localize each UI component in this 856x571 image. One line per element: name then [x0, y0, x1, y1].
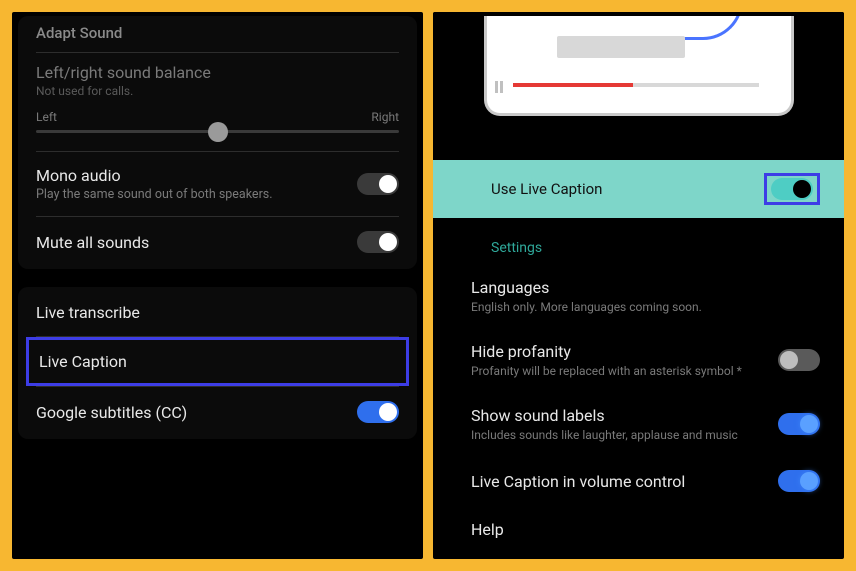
use-live-caption-toggle[interactable] — [771, 178, 813, 200]
sound-labels-title: Show sound labels — [471, 406, 778, 425]
mute-all-title: Mute all sounds — [36, 233, 357, 252]
live-transcribe-title: Live transcribe — [36, 303, 399, 322]
balance-left-label: Left — [36, 110, 57, 124]
live-caption-row[interactable]: Live Caption — [29, 340, 406, 383]
live-caption-title: Live Caption — [39, 352, 396, 371]
live-transcribe-row[interactable]: Live transcribe — [18, 289, 417, 336]
languages-title: Languages — [471, 278, 820, 297]
google-subtitles-title: Google subtitles (CC) — [36, 403, 357, 422]
use-live-caption-toggle-highlight — [764, 173, 820, 205]
google-subtitles-row[interactable]: Google subtitles (CC) — [18, 387, 417, 437]
live-caption-highlight: Live Caption — [26, 337, 409, 386]
balance-slider[interactable]: Left Right — [18, 98, 417, 151]
hide-profanity-row[interactable]: Hide profanity Profanity will be replace… — [433, 328, 844, 392]
mono-audio-title: Mono audio — [36, 166, 357, 185]
balance-track[interactable] — [36, 130, 399, 133]
sound-balance-sub: Not used for calls. — [36, 84, 399, 98]
sound-group: Adapt Sound Left/right sound balance Not… — [18, 16, 417, 269]
sound-balance-title: Left/right sound balance — [36, 63, 399, 82]
hide-profanity-sub: Profanity will be replaced with an aster… — [471, 364, 778, 378]
live-caption-preview — [433, 12, 844, 160]
sound-labels-sub: Includes sounds like laughter, applause … — [471, 428, 778, 442]
pause-icon — [495, 81, 503, 93]
sound-labels-toggle[interactable] — [778, 413, 820, 435]
volume-control-row[interactable]: Live Caption in volume control — [433, 456, 844, 506]
languages-sub: English only. More languages coming soon… — [471, 300, 820, 314]
mono-audio-sub: Play the same sound out of both speakers… — [36, 187, 357, 202]
settings-section-label: Settings — [433, 218, 844, 264]
help-title: Help — [471, 520, 820, 539]
use-live-caption-label: Use Live Caption — [491, 180, 602, 198]
mute-all-toggle[interactable] — [357, 231, 399, 253]
mono-audio-toggle[interactable] — [357, 173, 399, 195]
adapt-sound-row[interactable]: Adapt Sound — [18, 18, 417, 52]
use-live-caption-row[interactable]: Use Live Caption — [433, 160, 844, 218]
help-row[interactable]: Help — [433, 506, 844, 553]
caption-group: Live transcribe Live Caption Google subt… — [18, 287, 417, 439]
google-subtitles-toggle[interactable] — [357, 401, 399, 423]
device-frame-illustration — [484, 16, 794, 116]
mono-audio-row[interactable]: Mono audio Play the same sound out of bo… — [18, 152, 417, 216]
sound-balance-row: Left/right sound balance Not used for ca… — [18, 53, 417, 98]
progress-played — [513, 83, 633, 87]
live-caption-settings: Use Live Caption Settings Languages Engl… — [433, 12, 844, 559]
balance-thumb[interactable] — [208, 122, 228, 142]
accessibility-sound-settings: Adapt Sound Left/right sound balance Not… — [12, 12, 423, 559]
languages-row[interactable]: Languages English only. More languages c… — [433, 264, 844, 328]
volume-control-toggle[interactable] — [778, 470, 820, 492]
hide-profanity-toggle[interactable] — [778, 349, 820, 371]
caption-box-icon — [557, 36, 685, 58]
mute-all-row[interactable]: Mute all sounds — [18, 217, 417, 267]
hide-profanity-title: Hide profanity — [471, 342, 778, 361]
sound-labels-row[interactable]: Show sound labels Includes sounds like l… — [433, 392, 844, 456]
balance-right-label: Right — [371, 110, 399, 124]
volume-control-title: Live Caption in volume control — [471, 472, 778, 491]
